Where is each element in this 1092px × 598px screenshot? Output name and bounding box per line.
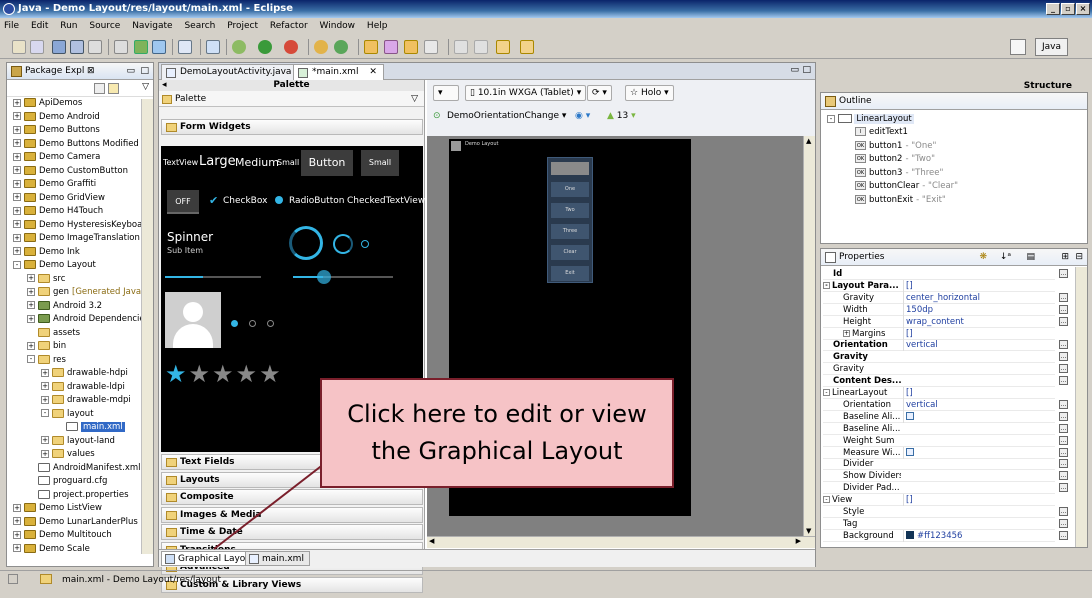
callout-line-2: the Graphical Layout bbox=[371, 437, 623, 465]
callout-box: Click here to edit or view the Graphical… bbox=[320, 378, 674, 488]
callout-line-1: Click here to edit or view bbox=[347, 400, 647, 428]
callout-pointer bbox=[213, 449, 343, 550]
